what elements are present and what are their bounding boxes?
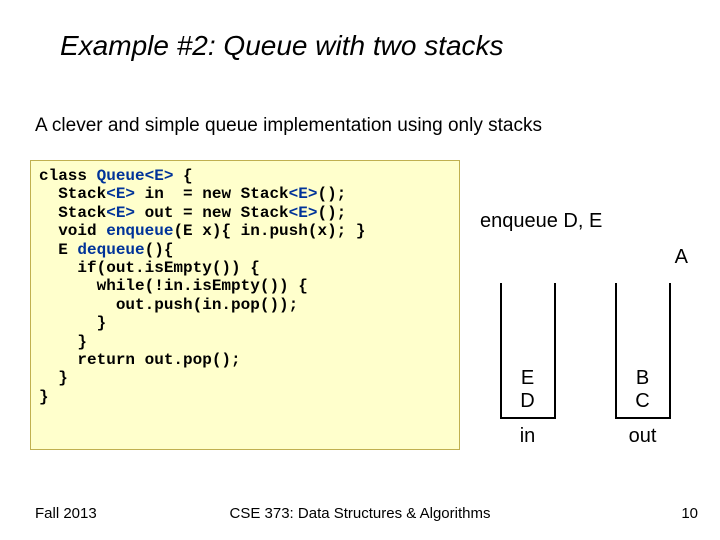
- stack-item: B: [636, 367, 649, 390]
- out-stack-label: out: [617, 425, 669, 448]
- stack-item: C: [635, 390, 649, 413]
- code-line-6: if(out.isEmpty()) {: [39, 259, 260, 277]
- slide-title: Example #2: Queue with two stacks: [60, 30, 504, 62]
- code-line-13: }: [39, 388, 49, 406]
- out-stack: B C: [615, 283, 671, 419]
- slide-subtitle: A clever and simple queue implementation…: [35, 115, 542, 137]
- stack-item: D: [520, 390, 534, 413]
- code-block: class Queue<E> { Stack<E> in = new Stack…: [30, 160, 460, 450]
- code-line-11: return out.pop();: [39, 351, 241, 369]
- footer-course: CSE 373: Data Structures & Algorithms: [230, 505, 491, 522]
- footer-term: Fall 2013: [35, 505, 97, 522]
- code-line-9: }: [39, 314, 106, 332]
- code-line-3: Stack<E> out = new Stack<E>();: [39, 204, 346, 222]
- code-line-8: out.push(in.pop());: [39, 296, 298, 314]
- in-stack-label: in: [502, 425, 554, 448]
- code-line-4: void enqueue(E x){ in.push(x); }: [39, 222, 365, 240]
- code-line-7: while(!in.isEmpty()) {: [39, 277, 308, 295]
- stack-item: E: [521, 367, 534, 390]
- code-line-2: Stack<E> in = new Stack<E>();: [39, 185, 346, 203]
- stacks-container: E D B C: [470, 283, 700, 419]
- in-stack: E D: [500, 283, 556, 419]
- code-line-1: class Queue<E> {: [39, 167, 193, 185]
- popped-element: A: [675, 246, 688, 269]
- operation-label: enqueue D, E: [480, 210, 700, 233]
- code-line-5: E dequeue(){: [39, 241, 173, 259]
- code-line-10: }: [39, 333, 87, 351]
- code-line-12: }: [39, 369, 68, 387]
- stack-captions: in out: [470, 425, 700, 448]
- slide: Example #2: Queue with two stacks A clev…: [0, 0, 720, 540]
- footer-page-number: 10: [681, 505, 698, 522]
- stack-diagram: enqueue D, E A E D B C in out: [470, 210, 700, 448]
